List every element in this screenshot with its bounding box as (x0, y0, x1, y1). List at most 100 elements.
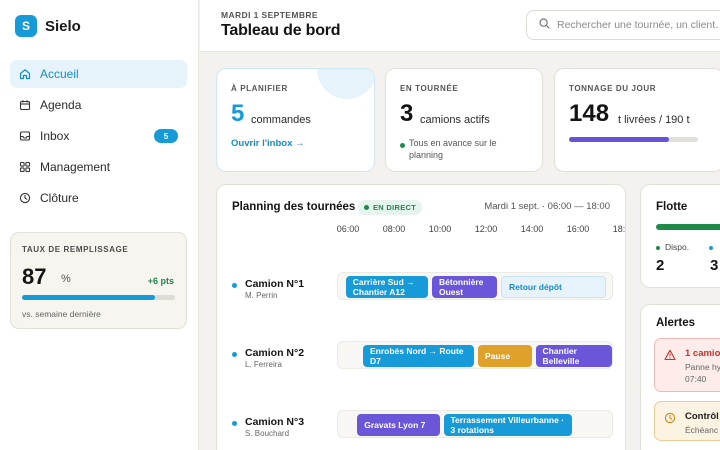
alert-text: Échéanc (685, 425, 719, 435)
sidebar-item-label: Clôture (40, 191, 79, 205)
tour-segment[interactable]: Carrière Sud → Chantier A12 (345, 276, 428, 298)
kpi-label: EN TOURNÉE (400, 84, 459, 93)
hour-tick: 14:00 (520, 224, 544, 234)
fleet-stat-value: 2 (656, 257, 665, 274)
tonnage-progress-fill (569, 137, 670, 142)
alerts-title: Alertes (656, 317, 695, 329)
truck-lane: Gravats Lyon 7 Terrassement Villeurbanne … (337, 410, 613, 438)
search-input[interactable] (557, 19, 720, 31)
fill-rate-card: TAUX DE REMPLISSAGE 87 % +6 pts vs. sema… (10, 232, 187, 329)
hour-tick: 12:00 (474, 224, 498, 234)
fleet-stat-label-text: Dispo. (665, 242, 690, 252)
status-dot (232, 421, 237, 426)
header: MARDI 1 SEPTEMBRE Tableau de bord (200, 0, 720, 52)
kpi-to-plan[interactable]: À PLANIFIER 5 commandes Ouvrir l'inbox → (216, 68, 375, 172)
tour-segment[interactable]: Retour dépôt (501, 276, 607, 298)
sidebar: S Sielo Accueil Agenda Inbox 5 Managemen… (0, 0, 199, 450)
tour-segment[interactable]: Pause (478, 345, 532, 367)
kpi-label: TONNAGE DU JOUR (569, 84, 657, 93)
fleet-panel: Flotte Dispo. 2 3 (640, 184, 720, 288)
alert-item[interactable]: 1 camio Panne hy 07:40 (654, 338, 720, 392)
search-box[interactable] (526, 10, 720, 40)
home-icon (19, 68, 31, 80)
live-badge: EN DIRECT (358, 200, 423, 215)
tour-segment[interactable]: Enrobés Nord → Route D7 (363, 345, 474, 367)
fleet-title: Flotte (656, 201, 688, 213)
alerts-panel: Alertes 1 camio Panne hy 07:40 Contrôl É… (640, 304, 720, 450)
alert-text: Panne hy 07:40 (685, 361, 720, 385)
fleet-stat-value: 3 (710, 257, 719, 274)
fill-rate-progress (22, 295, 175, 300)
planning-range: Mardi 1 sept. · 06:00 — 18:00 (484, 201, 610, 212)
fleet-stat-label: Dispo. (656, 242, 689, 252)
sidebar-item-label: Agenda (40, 98, 82, 112)
warning-icon (664, 348, 676, 366)
planning-title: Planning des tournées (232, 201, 356, 213)
truck-name: Camion N°1 (245, 278, 305, 290)
fill-rate-footnote: vs. semaine dernière (22, 309, 101, 319)
kpi-unit: camions actifs (420, 114, 490, 126)
clock-icon (664, 411, 676, 429)
current-date: MARDI 1 SEPTEMBRE (221, 10, 319, 20)
kpi-label: À PLANIFIER (231, 84, 288, 93)
kpi-unit: commandes (251, 114, 311, 126)
truck-driver: L. Ferreira (245, 360, 282, 369)
sidebar-nav: Accueil Agenda Inbox 5 Management Clôtur… (10, 60, 187, 215)
calendar-icon (19, 99, 31, 111)
brand-logo: S (15, 15, 37, 37)
page-title: Tableau de bord (221, 22, 341, 39)
hour-tick: 08:00 (382, 224, 406, 234)
sidebar-item-inbox[interactable]: Inbox 5 (10, 122, 187, 150)
kpi-note: Tous en avance sur le planning (409, 138, 497, 160)
alert-title: Contrôl (685, 411, 719, 422)
status-dot (709, 245, 713, 250)
inbox-count-badge: 5 (154, 129, 178, 143)
sidebar-item-management[interactable]: Management (10, 153, 187, 181)
brand[interactable]: S Sielo (15, 15, 81, 37)
brand-name: Sielo (45, 17, 81, 35)
hour-tick: 06:00 (336, 224, 360, 234)
kpi-value: 3 (400, 100, 414, 127)
sidebar-item-label: Accueil (40, 67, 79, 81)
kpi-decoration (317, 69, 374, 99)
tour-segment[interactable]: Gravats Lyon 7 (357, 414, 440, 436)
status-dot (656, 245, 660, 250)
fill-rate-label: TAUX DE REMPLISSAGE (22, 245, 129, 254)
open-inbox-link[interactable]: Ouvrir l'inbox → (231, 138, 305, 149)
tour-segment[interactable]: Bétonnière Ouest (432, 276, 497, 298)
kpi-tonnage: TONNAGE DU JOUR 148 t livrées / 190 t (554, 68, 720, 172)
fleet-stat-label (709, 242, 718, 252)
kpi-unit: t livrées / 190 t (618, 114, 690, 126)
status-dot (400, 143, 405, 148)
alert-title: 1 camio (685, 348, 720, 359)
timeline-hours: 06:00 08:00 10:00 12:00 14:00 16:00 18:00 (336, 224, 625, 236)
tour-segment[interactable]: Chantier Belleville (535, 345, 612, 367)
kpi-value: 148 (569, 100, 610, 127)
clock-icon (19, 192, 31, 204)
live-badge-label: EN DIRECT (373, 203, 417, 212)
truck-lane: Carrière Sud → Chantier A12 Bétonnière Ou… (337, 272, 613, 300)
truck-name: Camion N°2 (245, 347, 305, 359)
alert-text-line: Panne hy (685, 362, 720, 372)
sidebar-item-agenda[interactable]: Agenda (10, 91, 187, 119)
fill-rate-delta: +6 pts (147, 276, 174, 286)
tour-segment[interactable]: Terrassement Villeurbanne · 3 rotations (443, 414, 572, 436)
tonnage-progress (569, 137, 698, 142)
kpi-value: 5 (231, 100, 245, 127)
status-dot (232, 352, 237, 357)
planning-panel: Planning des tournées EN DIRECT Mardi 1 … (216, 184, 626, 450)
sidebar-item-label: Management (40, 160, 111, 174)
truck-lane: Enrobés Nord → Route D7 Pause Chantier Bel… (337, 341, 613, 369)
sidebar-item-cloture[interactable]: Clôture (10, 184, 187, 212)
hour-tick: 10:00 (428, 224, 452, 234)
alert-item[interactable]: Contrôl Échéanc (654, 401, 720, 441)
truck-driver: M. Perrin (245, 291, 278, 300)
fill-rate-value: 87 (22, 264, 47, 289)
live-dot-icon (364, 205, 369, 210)
grid-icon (19, 161, 31, 173)
sidebar-item-accueil[interactable]: Accueil (10, 60, 187, 88)
alert-text-line: 07:40 (685, 374, 707, 384)
fill-rate-unit: % (61, 273, 71, 285)
fleet-bar (656, 224, 720, 230)
fill-rate-progress-fill (22, 295, 156, 300)
